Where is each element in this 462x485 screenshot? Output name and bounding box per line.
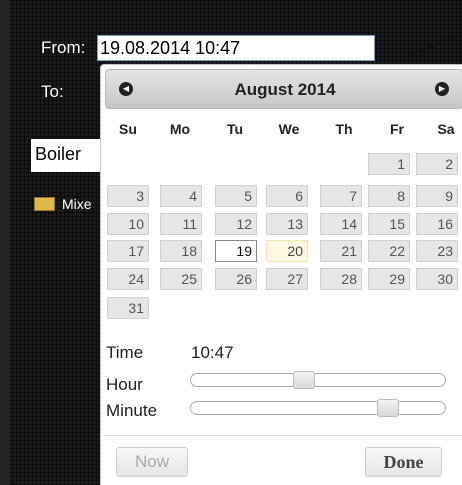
hour-slider[interactable] (190, 371, 446, 389)
day-27[interactable]: 27 (266, 268, 308, 290)
divider (103, 435, 462, 436)
day-18[interactable]: 18 (160, 240, 202, 262)
day-12[interactable]: 12 (215, 213, 257, 235)
day-29[interactable]: 29 (368, 268, 410, 290)
weekday-th: Th (335, 121, 353, 137)
time-value: 10:47 (191, 343, 234, 362)
day-7[interactable]: 7 (320, 185, 362, 207)
day-14[interactable]: 14 (320, 213, 362, 235)
datepicker-popup: ◀ August 2014 ▶ Su Mo Tu We Th Fr Sa 123456789… (100, 64, 462, 485)
day-30[interactable]: 30 (416, 268, 458, 290)
day-28[interactable]: 28 (320, 268, 362, 290)
time-label: Time (106, 343, 144, 362)
day-15[interactable]: 15 (368, 213, 410, 235)
day-19[interactable]: 19 (215, 240, 257, 262)
day-3[interactable]: 3 (107, 185, 149, 207)
day-6[interactable]: 6 (266, 185, 308, 207)
day-9[interactable]: 9 (416, 185, 458, 207)
day-2[interactable]: 2 (416, 153, 458, 175)
legend-swatch (34, 197, 55, 211)
weekday-su: Su (119, 121, 137, 137)
hour-slider-handle[interactable] (292, 371, 315, 389)
day-21[interactable]: 21 (320, 240, 362, 262)
day-23[interactable]: 23 (416, 240, 458, 262)
day-17[interactable]: 17 (107, 240, 149, 262)
minute-slider[interactable] (190, 399, 446, 417)
day-26[interactable]: 26 (215, 268, 257, 290)
weekday-sa: Sa (437, 121, 455, 137)
day-4[interactable]: 4 (160, 185, 202, 207)
datepicker-header: ◀ August 2014 ▶ (105, 69, 462, 109)
day-5[interactable]: 5 (215, 185, 257, 207)
weekday-fr: Fr (390, 121, 404, 137)
minute-slider-handle[interactable] (377, 399, 400, 417)
day-20[interactable]: 20 (266, 240, 308, 262)
day-16[interactable]: 16 (416, 213, 458, 235)
to-label: To: (41, 82, 64, 101)
next-circle-icon[interactable]: ▶ (435, 82, 449, 96)
done-button[interactable]: Done (365, 447, 442, 477)
minute-label: Minute (106, 401, 158, 420)
day-1[interactable]: 1 (368, 153, 410, 175)
from-label: From: (41, 38, 86, 57)
weekday-tu: Tu (226, 121, 244, 137)
annotation-line (395, 33, 461, 62)
from-date-input[interactable]: 19.08.2014 10:47 (97, 35, 375, 61)
day-24[interactable]: 24 (107, 268, 149, 290)
weekday-we: We (278, 121, 300, 137)
hour-label: Hour (106, 375, 143, 394)
weekday-mo: Mo (169, 121, 191, 137)
day-10[interactable]: 10 (107, 213, 149, 235)
day-31[interactable]: 31 (107, 297, 149, 319)
day-13[interactable]: 13 (266, 213, 308, 235)
background-edge (0, 0, 10, 485)
day-25[interactable]: 25 (160, 268, 202, 290)
device-select[interactable]: Boiler (31, 139, 111, 172)
now-button[interactable]: Now (116, 447, 188, 477)
day-22[interactable]: 22 (368, 240, 410, 262)
month-title: August 2014 (234, 80, 336, 99)
legend-label: Mixe (62, 196, 92, 212)
day-11[interactable]: 11 (160, 213, 202, 235)
day-8[interactable]: 8 (368, 185, 410, 207)
